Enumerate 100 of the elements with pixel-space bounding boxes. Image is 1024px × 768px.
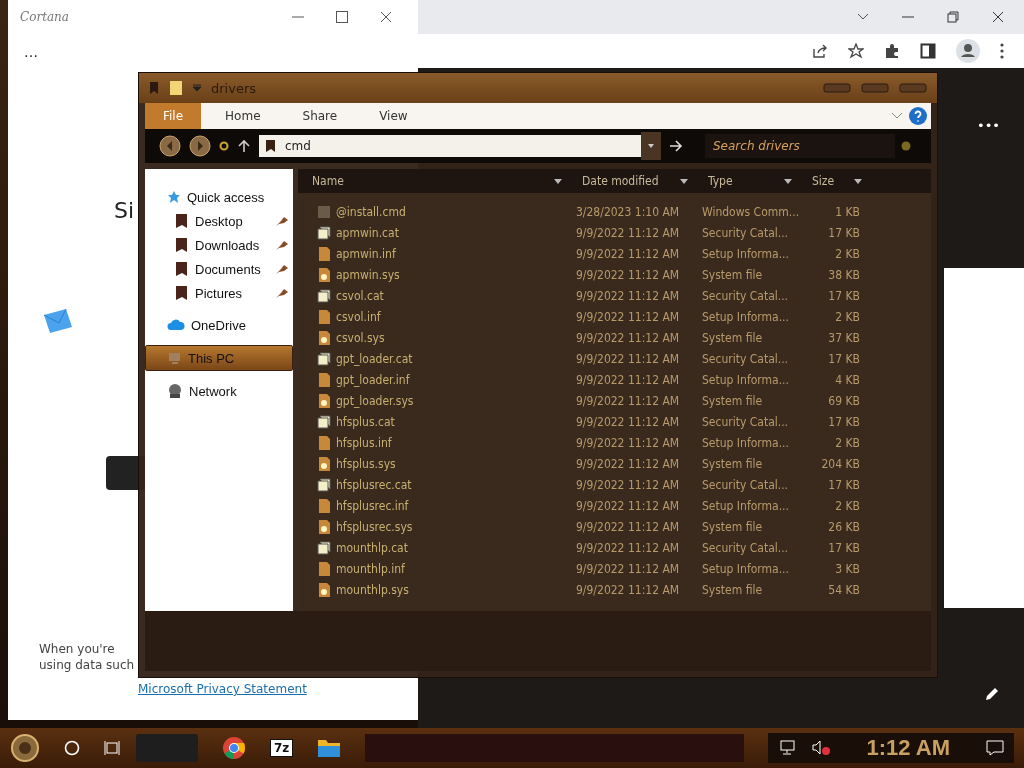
pencil-icon[interactable] — [984, 686, 1000, 702]
address-field[interactable]: cmd — [259, 135, 641, 157]
table-cell-text: 2 KB — [834, 309, 861, 324]
column-header[interactable]: Size — [798, 174, 868, 188]
notification-icon[interactable] — [986, 740, 1004, 756]
task-view-icon[interactable] — [104, 740, 120, 756]
maximize-icon[interactable] — [336, 11, 348, 23]
file-name[interactable]: apmwin.cat — [298, 224, 568, 241]
nav-item[interactable]: Downloads — [145, 233, 293, 257]
sort-caret-icon[interactable] — [854, 178, 862, 184]
file-name[interactable]: hfsplusrec.sys — [298, 518, 568, 535]
browser-icon[interactable] — [222, 736, 246, 760]
chevron-down-icon[interactable] — [857, 13, 869, 21]
up-arrow-icon[interactable] — [237, 139, 251, 153]
column-header[interactable]: Name — [298, 174, 568, 188]
ribbon-tab[interactable]: File — [145, 103, 202, 129]
file-name[interactable]: hfsplus.cat — [298, 413, 568, 430]
sort-caret-icon[interactable] — [680, 178, 688, 184]
share-icon[interactable] — [812, 43, 828, 59]
nav-item[interactable]: Quick access — [145, 185, 293, 209]
nav-item[interactable]: This PC — [145, 345, 293, 371]
nav-item[interactable]: Network — [145, 379, 293, 403]
back-icon[interactable] — [159, 135, 181, 157]
ribbon-tab[interactable]: Home — [207, 103, 279, 129]
help-icon[interactable] — [909, 107, 927, 125]
go-arrow-icon[interactable] — [669, 140, 683, 152]
file-name[interactable]: hfsplus.inf — [298, 434, 568, 451]
file-name[interactable]: mounthlp.inf — [298, 560, 568, 577]
file-name[interactable]: gpt_loader.cat — [298, 350, 568, 367]
file-name[interactable]: csvol.sys — [298, 329, 568, 346]
document-icon — [316, 245, 332, 262]
file-name[interactable]: apmwin.inf — [298, 245, 568, 262]
catalog-file-icon — [316, 539, 332, 556]
file-name[interactable]: csvol.inf — [298, 308, 568, 325]
table-cell-text: 9/9/2022 11:12 AM — [575, 561, 681, 576]
table-cell-text: Setup Informa... — [701, 246, 790, 261]
file-name[interactable]: gpt_loader.inf — [298, 371, 568, 388]
restore-icon[interactable] — [947, 11, 959, 23]
table-cell-text: Security Catal... — [701, 414, 790, 429]
file-name[interactable]: mounthlp.cat — [298, 539, 568, 556]
table-cell-text: 2 KB — [834, 246, 861, 261]
more-button[interactable]: … — [24, 44, 38, 60]
column-header[interactable]: Type — [694, 174, 798, 188]
speaker-icon[interactable] — [812, 740, 831, 756]
nav-item[interactable]: Desktop — [145, 209, 293, 233]
sort-caret-icon[interactable] — [554, 178, 562, 184]
close-icon[interactable] — [380, 11, 392, 23]
profile-icon[interactable] — [956, 39, 980, 63]
table-cell-text: 204 KB — [820, 456, 861, 471]
table-cell-text: System file — [701, 519, 764, 534]
file-name[interactable]: csvol.cat — [298, 287, 568, 304]
table-cell-text: 17 KB — [827, 540, 861, 555]
table-cell-text: Security Catal... — [701, 288, 790, 303]
table-cell-text: 9/9/2022 11:12 AM — [575, 498, 681, 513]
file-name[interactable]: hfsplusrec.cat — [298, 476, 568, 493]
ribbon-tab[interactable]: Share — [284, 103, 356, 129]
table-cell-text: 9/9/2022 11:12 AM — [575, 351, 681, 366]
menu-icon[interactable] — [1000, 43, 1004, 59]
table-cell-text: System file — [701, 330, 764, 345]
table-cell-text: 3 KB — [834, 561, 861, 576]
column-header[interactable]: Date modified — [568, 174, 694, 188]
table-cell-text: Setup Informa... — [701, 372, 790, 387]
archive-app-button[interactable]: 7z — [270, 739, 294, 757]
file-name[interactable]: mounthlp.sys — [298, 581, 568, 598]
chevron-down-icon[interactable] — [891, 112, 903, 120]
file-name[interactable]: gpt_loader.sys — [298, 392, 568, 409]
privacy-link[interactable]: Microsoft Privacy Statement — [138, 682, 307, 696]
puzzle-icon[interactable] — [884, 43, 900, 59]
sort-caret-icon[interactable] — [784, 178, 792, 184]
table-cell-text: Security Catal... — [701, 477, 790, 492]
window-title: drivers — [211, 80, 257, 96]
search-circle-icon[interactable] — [64, 740, 80, 756]
computer-icon — [168, 351, 182, 365]
file-name[interactable]: @install.cmd — [298, 203, 568, 220]
nav-item[interactable]: Pictures — [145, 281, 293, 305]
catalog-file-icon — [316, 476, 332, 493]
file-name[interactable]: hfsplusrec.inf — [298, 497, 568, 514]
dropdown-icon[interactable] — [641, 132, 661, 160]
network-icon — [167, 383, 183, 399]
nav-item[interactable]: Documents — [145, 257, 293, 281]
close-icon[interactable] — [992, 11, 1004, 23]
file-name[interactable]: hfsplus.sys — [298, 455, 568, 472]
table-cell-text: 9/9/2022 11:12 AM — [575, 372, 681, 387]
side-panel-icon[interactable] — [920, 43, 936, 59]
search-field[interactable]: Search drivers — [705, 134, 895, 158]
table-cell-text: 2 KB — [834, 435, 861, 450]
table-cell-text: 9/9/2022 11:12 AM — [575, 309, 681, 324]
forward-icon[interactable] — [189, 135, 211, 157]
nav-item[interactable]: OneDrive — [145, 313, 293, 337]
clock[interactable]: 1:12 AM — [866, 735, 950, 761]
table-cell-text: 1 KB — [834, 204, 861, 219]
catalog-file-icon — [316, 287, 332, 304]
network-icon[interactable] — [778, 740, 797, 756]
table-cell-text: 9/9/2022 11:12 AM — [575, 330, 681, 345]
ribbon-tab[interactable]: View — [361, 103, 426, 129]
more-button[interactable]: ••• — [977, 118, 1000, 133]
system-file-icon — [316, 329, 332, 346]
file-name[interactable]: apmwin.sys — [298, 266, 568, 283]
star-icon[interactable] — [848, 43, 864, 59]
table-cell-text: 9/9/2022 11:12 AM — [575, 246, 681, 261]
